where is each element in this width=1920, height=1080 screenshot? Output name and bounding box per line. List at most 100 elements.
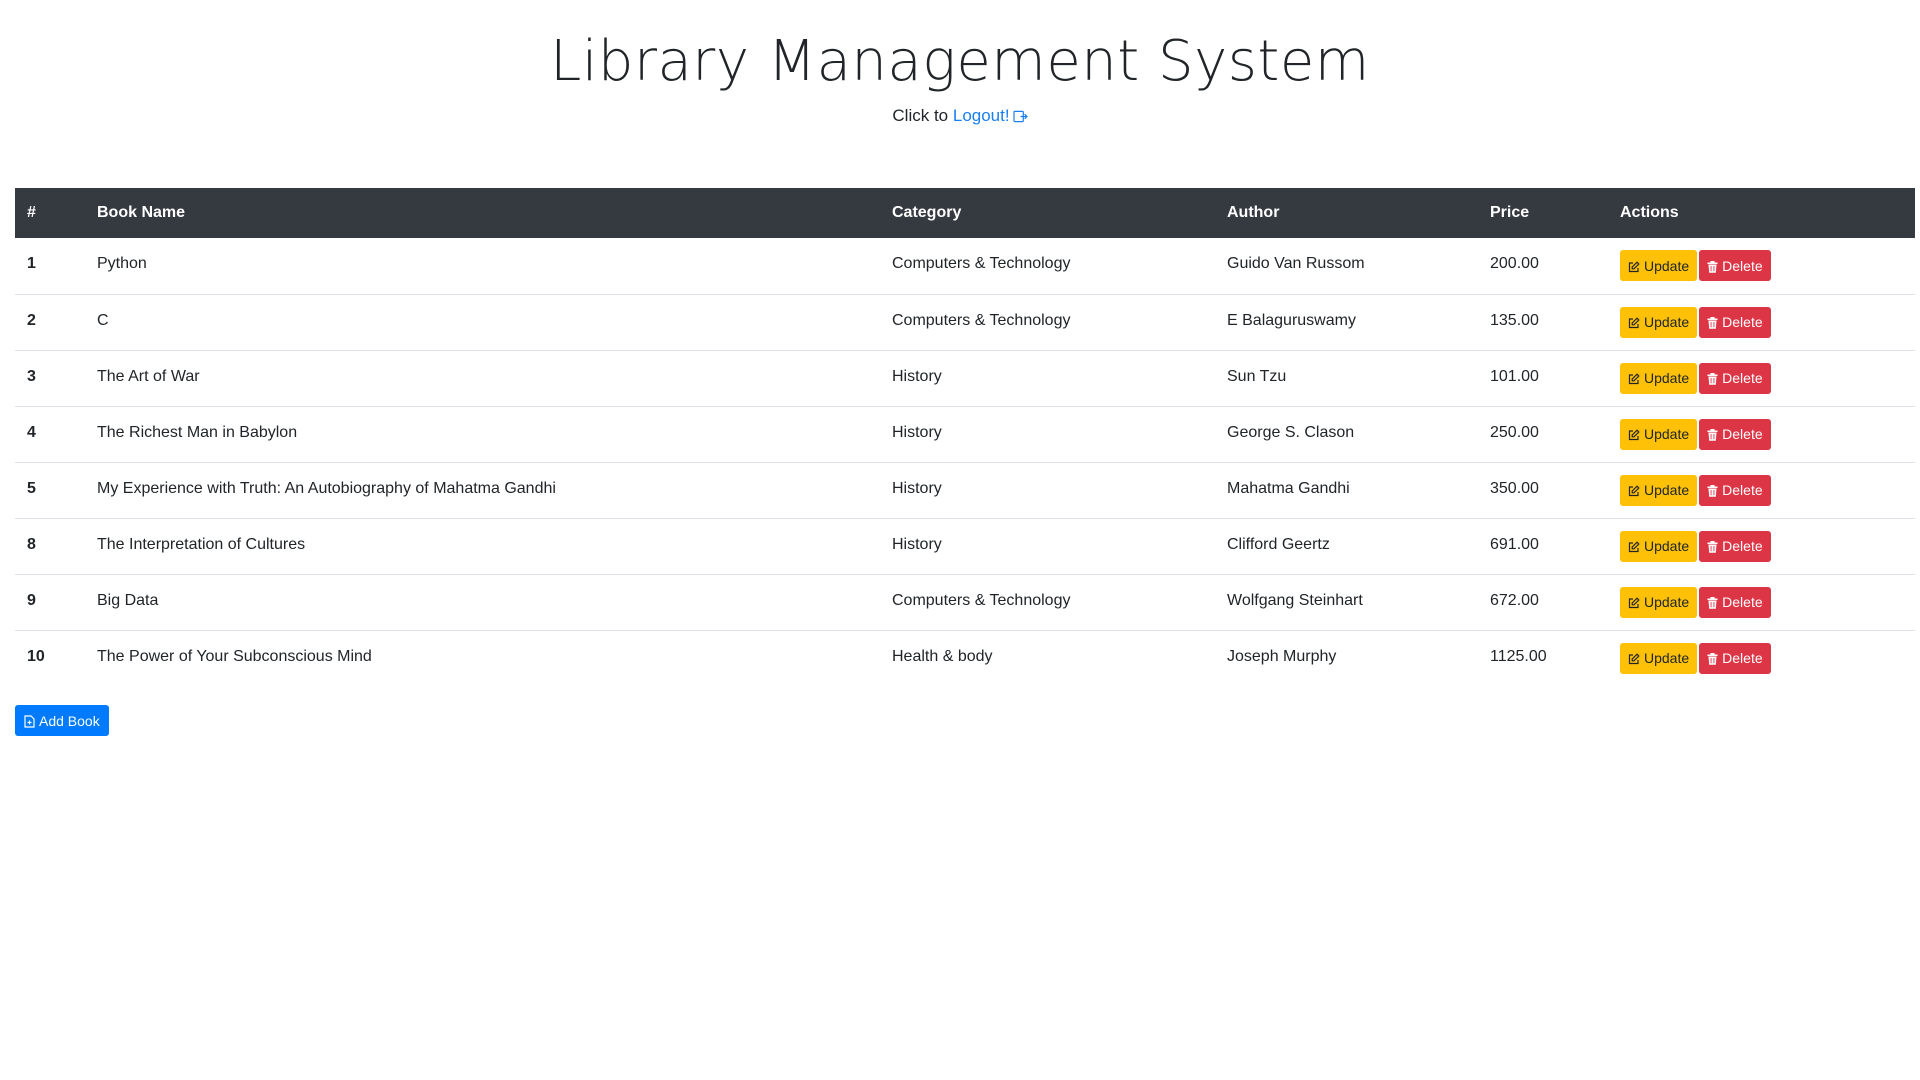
update-button[interactable]: Update: [1620, 586, 1698, 618]
update-button[interactable]: Update: [1620, 474, 1698, 506]
update-button[interactable]: Update: [1620, 250, 1698, 281]
update-button[interactable]: Update: [1620, 306, 1698, 338]
cell-actions: Update Delete: [1608, 405, 1915, 462]
delete-button[interactable]: Delete: [1699, 250, 1771, 281]
trash-icon: [1707, 541, 1718, 553]
delete-button[interactable]: Delete: [1699, 642, 1771, 674]
delete-button[interactable]: Delete: [1699, 586, 1771, 618]
cell-book-name: Python: [97, 255, 147, 272]
add-book-label: Add Book: [39, 712, 100, 729]
header-book-name: Book Name: [97, 204, 186, 221]
table-body: 1 Python Computers & Technology Guido Van R…: [15, 238, 1915, 686]
trash-icon: [1707, 373, 1718, 385]
cell-actions: Update Delete: [1608, 238, 1915, 294]
delete-button[interactable]: Delete: [1699, 530, 1771, 562]
cell-category: History: [880, 517, 1215, 574]
cell-index: 5: [15, 461, 85, 518]
edit-icon: [1628, 317, 1640, 329]
logout-line: Click to Logout!: [0, 106, 1920, 126]
delete-button[interactable]: Delete: [1699, 418, 1771, 450]
cell-author: Guido Van Russom: [1227, 255, 1365, 272]
cell-category: History: [880, 461, 1215, 518]
cell-index: 8: [15, 517, 85, 574]
header-actions: Actions: [1620, 204, 1679, 221]
cell-actions: Update Delete: [1608, 517, 1915, 574]
cell-price: 101.00: [1478, 349, 1608, 406]
table-row: 8 The Interpretation of Cultures History Cl…: [15, 517, 1915, 574]
cell-book-name: C: [85, 293, 880, 350]
cell-author: Wolfgang Steinhart: [1215, 573, 1478, 630]
delete-label: Delete: [1722, 426, 1763, 442]
table-header: # Book Name Category Author Price Action…: [15, 188, 1915, 238]
update-label: Update: [1644, 426, 1690, 442]
delete-button[interactable]: Delete: [1699, 306, 1771, 338]
delete-label: Delete: [1722, 482, 1763, 498]
cell-actions: Update Delete: [1608, 293, 1915, 350]
logout-link[interactable]: Logout!: [953, 106, 1028, 125]
cell-actions: Update Delete: [1608, 573, 1915, 630]
cell-author: George S. Clason: [1215, 405, 1478, 462]
edit-icon: [1628, 541, 1640, 553]
edit-icon: [1628, 653, 1640, 665]
trash-icon: [1707, 260, 1718, 273]
page-header: Library Management System Click to Logou…: [0, 0, 1920, 126]
delete-label: Delete: [1722, 314, 1763, 330]
trash-icon: [1707, 485, 1718, 497]
page: Library Management System Click to Logou…: [0, 0, 1920, 1080]
delete-label: Delete: [1722, 370, 1763, 386]
cell-book-name: The Art of War: [85, 349, 880, 406]
trash-icon: [1707, 597, 1718, 609]
update-label: Update: [1644, 314, 1690, 330]
update-label: Update: [1644, 538, 1690, 554]
books-table-container: # Book Name Category Author Price Action…: [15, 188, 1915, 686]
cell-actions: Update Delete: [1608, 629, 1915, 686]
header-index: #: [27, 204, 36, 221]
cell-index: 9: [15, 573, 85, 630]
cell-book-name: The Richest Man in Babylon: [85, 405, 880, 462]
edit-icon: [1628, 597, 1640, 609]
cell-price: 250.00: [1478, 405, 1608, 462]
update-label: Update: [1644, 594, 1690, 610]
delete-button[interactable]: Delete: [1699, 362, 1771, 394]
add-book-button[interactable]: Add Book: [15, 705, 109, 736]
update-button[interactable]: Update: [1620, 530, 1698, 562]
cell-category: History: [880, 405, 1215, 462]
update-button[interactable]: Update: [1620, 642, 1698, 674]
edit-icon: [1628, 373, 1640, 385]
cell-actions: Update Delete: [1608, 461, 1915, 518]
table-row: 2 C Computers & Technology E Balaguruswamy 1…: [15, 293, 1915, 350]
books-table: # Book Name Category Author Price Action…: [15, 188, 1915, 686]
page-title: Library Management System: [550, 29, 1370, 94]
trash-icon: [1707, 429, 1718, 441]
cell-price: 135.00: [1478, 293, 1608, 350]
table-row: 4 The Richest Man in Babylon History George…: [15, 405, 1915, 462]
cell-price: 691.00: [1478, 517, 1608, 574]
delete-button[interactable]: Delete: [1699, 474, 1771, 506]
file-add-icon: [24, 714, 35, 728]
cell-book-name: My Experience with Truth: An Autobiograp…: [85, 461, 880, 518]
delete-label: Delete: [1722, 594, 1763, 610]
edit-icon: [1628, 260, 1640, 272]
cell-author: Sun Tzu: [1215, 349, 1478, 406]
delete-label: Delete: [1722, 257, 1763, 274]
delete-label: Delete: [1722, 650, 1763, 666]
cell-author: E Balaguruswamy: [1215, 293, 1478, 350]
edit-icon: [1628, 429, 1640, 441]
cell-index: 2: [15, 293, 85, 350]
edit-icon: [1628, 485, 1640, 497]
cell-author: Clifford Geertz: [1215, 517, 1478, 574]
trash-icon: [1707, 653, 1718, 665]
header-price: Price: [1490, 204, 1530, 221]
table-row: 9 Big Data Computers & Technology Wolfgang …: [15, 573, 1915, 630]
update-button[interactable]: Update: [1620, 418, 1698, 450]
table-header-row: # Book Name Category Author Price Action…: [15, 188, 1915, 238]
cell-book-name: Big Data: [85, 573, 880, 630]
header-author: Author: [1227, 204, 1280, 221]
update-button[interactable]: Update: [1620, 362, 1698, 394]
logout-prefix: Click to: [892, 106, 949, 125]
cell-category: History: [880, 349, 1215, 406]
cell-index: 10: [15, 629, 85, 686]
update-label: Update: [1644, 257, 1690, 274]
cell-index: 4: [15, 405, 85, 462]
header-category: Category: [892, 204, 962, 221]
